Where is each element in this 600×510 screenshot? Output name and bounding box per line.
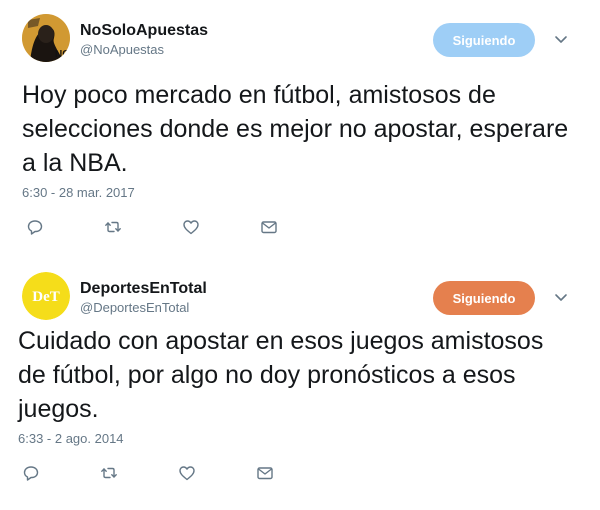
heart-icon[interactable] [178, 464, 196, 482]
retweet-icon[interactable] [100, 464, 118, 482]
following-button[interactable]: Siguiendo [433, 281, 535, 315]
display-name[interactable]: NoSoloApuestas [80, 22, 208, 40]
svg-text:NO: NO [55, 49, 70, 60]
tweet-text: Cuidado con apostar en esos juegos amist… [18, 327, 544, 423]
user-handle[interactable]: @DeportesEnTotal [80, 300, 189, 315]
tweet-timestamp[interactable]: 6:30 - 28 mar. 2017 [22, 185, 135, 200]
svg-text:DeT: DeT [32, 289, 60, 305]
user-handle[interactable]: @NoApuestas [80, 42, 164, 57]
following-button[interactable]: Siguiendo [433, 23, 535, 57]
tweet-timestamp[interactable]: 6:33 - 2 ago. 2014 [18, 431, 124, 446]
heart-icon[interactable] [182, 218, 200, 236]
reply-icon[interactable] [26, 218, 44, 236]
avatar[interactable]: NO [22, 14, 70, 62]
display-name[interactable]: DeportesEnTotal [80, 280, 207, 298]
avatar[interactable]: DeT [22, 272, 70, 320]
tweet-actions [26, 218, 326, 236]
envelope-icon[interactable] [260, 218, 278, 236]
retweet-icon[interactable] [104, 218, 122, 236]
envelope-icon[interactable] [256, 464, 274, 482]
chevron-down-icon[interactable] [553, 31, 569, 47]
reply-icon[interactable] [22, 464, 40, 482]
tweet-text: Hoy poco mercado en fútbol, amistosos de… [22, 81, 569, 177]
chevron-down-icon[interactable] [553, 289, 569, 305]
tweet-actions [22, 464, 322, 482]
